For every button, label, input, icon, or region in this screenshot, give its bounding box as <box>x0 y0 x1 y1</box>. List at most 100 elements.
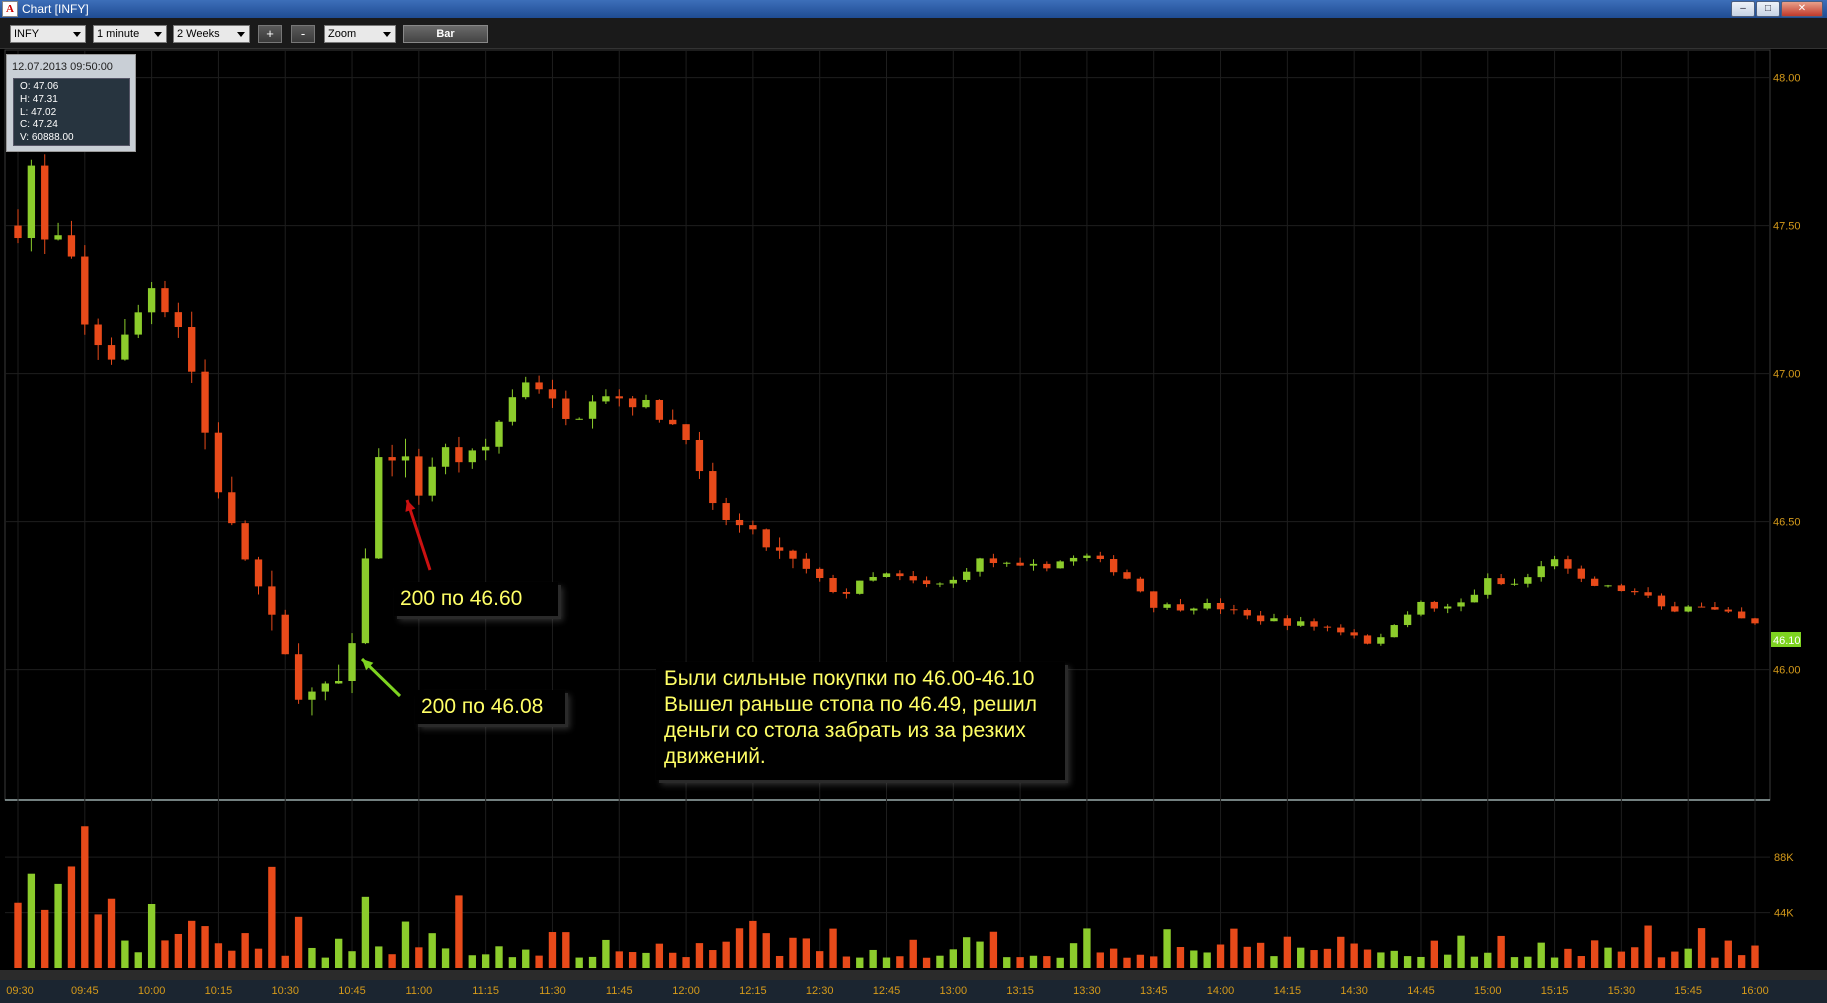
candle-body <box>1550 559 1559 567</box>
volume-bar <box>1537 942 1545 968</box>
volume-bar <box>335 938 343 968</box>
interval-select[interactable]: 1 minute <box>93 25 167 43</box>
candle-body <box>695 439 704 472</box>
volume-bar <box>1323 948 1332 968</box>
grid <box>4 49 1771 968</box>
candle-body <box>361 558 370 644</box>
candle-body <box>1083 555 1091 558</box>
volume-bar <box>1524 956 1532 968</box>
volume-bar <box>468 955 476 968</box>
candle-body <box>588 401 597 419</box>
time-tick-label: 11:15 <box>472 985 499 997</box>
candle-body <box>281 614 289 655</box>
candle-body <box>1323 626 1332 628</box>
volume-bar <box>188 920 196 968</box>
ohlc-low: L: 47.02 <box>20 106 57 118</box>
candle-body <box>628 398 637 408</box>
volume-bar <box>1577 956 1585 968</box>
sell-annotation: 200 по 46.60 <box>394 582 559 616</box>
candle-body <box>1056 561 1064 569</box>
time-tick-label: 12:45 <box>872 985 901 997</box>
volume-bar <box>134 952 142 968</box>
volume-bar <box>562 932 570 968</box>
candle-body <box>268 586 276 615</box>
candle-body <box>535 382 543 390</box>
time-axis: 09:30 09:45 10:00 10:15 10:30 10:45 11:00 11:15… <box>0 980 1827 1003</box>
volume-bar <box>1003 957 1011 968</box>
zoom-in-button[interactable]: + <box>258 25 282 43</box>
ohlc-high: H: 47.31 <box>20 93 58 105</box>
candle-body <box>1003 562 1011 564</box>
bar-style-button[interactable]: Bar <box>403 25 488 43</box>
zoom-select[interactable]: Zoom <box>324 25 396 43</box>
chevron-down-icon <box>73 32 81 37</box>
volume-bar <box>1216 944 1225 968</box>
volume-bar <box>1484 952 1492 968</box>
volume-bar <box>695 943 704 968</box>
volume-bar <box>1337 936 1345 968</box>
volume-bar <box>789 937 797 968</box>
window-title: Chart [INFY] <box>22 2 89 16</box>
symbol-select[interactable]: INFY <box>10 25 86 43</box>
time-tick-label: 13:00 <box>939 985 968 997</box>
volume-bar <box>1363 949 1372 968</box>
close-icon[interactable]: ✕ <box>1781 1 1823 17</box>
candle-body <box>468 450 476 463</box>
candle-body <box>1216 602 1225 610</box>
volume-bar <box>869 949 877 968</box>
time-tick-label: 15:30 <box>1607 985 1636 997</box>
candle-body <box>1644 592 1652 596</box>
maximize-icon[interactable]: □ <box>1756 1 1780 17</box>
volume-bar <box>1016 957 1024 968</box>
volume-bar <box>976 941 984 968</box>
volume-bar <box>1203 952 1211 968</box>
volume-bar <box>522 949 530 968</box>
volume-bar <box>1684 948 1692 968</box>
candle-body <box>254 559 263 587</box>
volume-bar <box>174 933 183 968</box>
candle-body <box>121 334 129 360</box>
candle-body <box>1123 572 1131 579</box>
price-chart[interactable]: 48.00 47.50 47.00 46.50 46.00 46.10 88K 44K <box>0 48 1827 980</box>
minimize-icon[interactable]: – <box>1731 1 1755 17</box>
candle-body <box>1297 621 1305 626</box>
volume-bar <box>1444 954 1452 968</box>
ohlc-values: O: 47.06 H: 47.31 L: 47.02 C: 47.24 V: 6… <box>13 78 130 146</box>
candle-body <box>375 457 383 559</box>
volume-bar <box>1430 940 1438 968</box>
candle-body <box>1724 609 1732 612</box>
candle-body <box>1043 563 1051 569</box>
candle-body <box>602 396 610 402</box>
volume-bar <box>375 946 383 968</box>
time-tick-label: 10:30 <box>271 985 299 997</box>
candle-body <box>1096 555 1104 560</box>
zoom-out-button[interactable]: - <box>291 25 315 43</box>
volume-bar <box>642 952 650 968</box>
comment-line: Вышел раньше стопа по 46.49, решил <box>664 693 1038 716</box>
volume-bar <box>228 950 236 968</box>
candle-body <box>1190 608 1198 611</box>
candle-body <box>909 576 917 581</box>
volume-bar <box>1270 956 1278 968</box>
period-select[interactable]: 2 Weeks <box>173 25 250 43</box>
candle-body <box>67 235 76 257</box>
volume-bar <box>1310 950 1318 968</box>
volume-bar <box>842 956 851 968</box>
candle-body <box>1230 609 1238 611</box>
candle-body <box>562 398 570 419</box>
app-icon: A <box>2 1 18 17</box>
volume-bar <box>1150 956 1158 968</box>
horizontal-scrollbar[interactable] <box>0 970 1827 980</box>
candle-body <box>81 256 89 325</box>
candle-body <box>896 573 904 577</box>
symbol-value: INFY <box>14 28 40 40</box>
volume-bar <box>1043 956 1051 968</box>
time-tick-label: 13:15 <box>1006 985 1034 997</box>
time-tick-label: 10:45 <box>338 985 366 997</box>
candle-body <box>1510 583 1519 585</box>
volume-bar <box>441 948 450 968</box>
candle-body <box>642 399 650 408</box>
volume-bar <box>1377 952 1385 968</box>
candle-body <box>869 576 877 581</box>
chevron-down-icon <box>154 32 162 37</box>
